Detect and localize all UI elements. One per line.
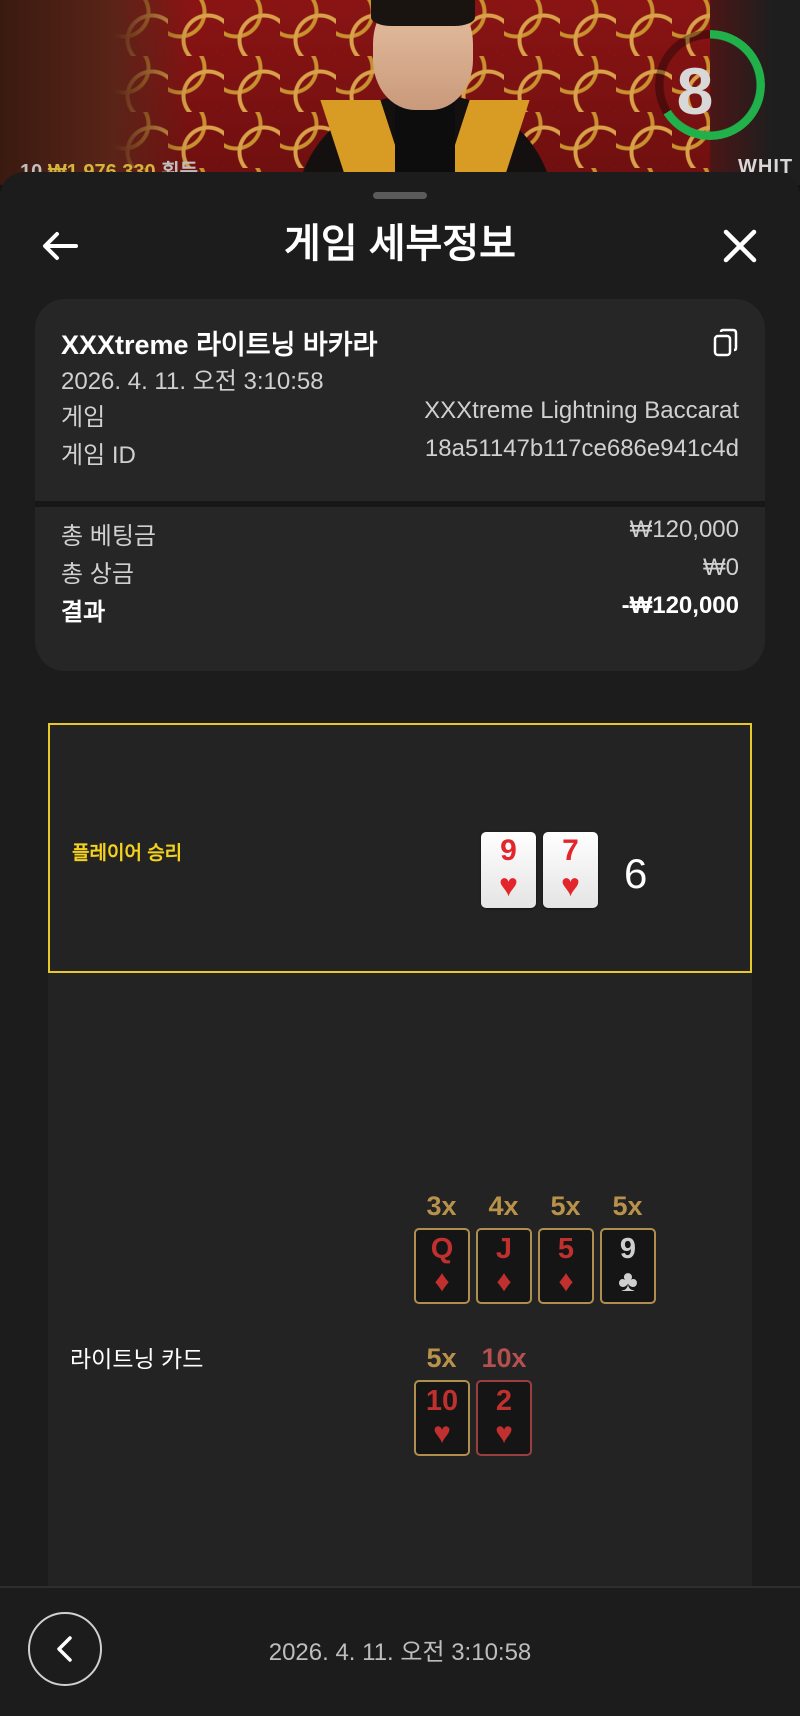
player-score: 6 <box>624 850 648 897</box>
lightning-card: Q ♦ <box>414 1228 470 1304</box>
player-win-label: 플레이어 승리 <box>72 843 183 864</box>
page-title: 게임 세부정보 <box>284 222 516 266</box>
lightning-card: 9 ♣ <box>600 1228 656 1304</box>
lightning-multiplier: 4x <box>488 1191 519 1221</box>
lightning-card: J ♦ <box>476 1228 532 1304</box>
total-win-value: ₩0 <box>703 554 739 581</box>
round-results: 플레이어 승리 9 ♥ 7 ♥ 6 라이트닝 카드 3x Q ♦ 4x J ♦ … <box>48 723 752 1705</box>
total-bet-row: 총 베팅금 ₩120,000 <box>61 516 739 551</box>
player-card: 9 ♥ <box>481 832 536 908</box>
game-id-label: 게임 ID <box>61 442 136 469</box>
summary-divider <box>35 501 765 507</box>
copy-icon <box>713 328 738 357</box>
lightning-card: 5 ♦ <box>538 1228 594 1304</box>
game-details-sheet: 게임 세부정보 XXXtreme 라이트닝 바카라 2026. 4. 11. 오… <box>0 172 800 1716</box>
total-win-label: 총 상금 <box>61 561 134 588</box>
total-bet-label: 총 베팅금 <box>61 523 156 550</box>
lightning-multiplier: 5x <box>426 1343 457 1373</box>
result-label: 결과 <box>61 599 106 626</box>
close-icon <box>723 229 757 263</box>
footer-round-date: 2026. 4. 11. 오전 3:10:58 <box>268 1639 532 1666</box>
sheet-drag-handle[interactable] <box>373 192 427 199</box>
player-card: 7 ♥ <box>543 832 598 908</box>
dealer-image <box>295 0 555 185</box>
lightning-multiplier: 5x <box>550 1191 581 1221</box>
game-type-row: 게임 XXXtreme Lightning Baccarat <box>61 397 739 432</box>
player-result-box: 플레이어 승리 9 ♥ 7 ♥ 6 <box>48 723 752 973</box>
game-type-label: 게임 <box>61 404 106 431</box>
game-id-value: 18a51147b117ce686e941c4d <box>424 435 739 462</box>
game-id-row: 게임 ID 18a51147b117ce686e941c4d <box>61 435 739 470</box>
total-bet-value: ₩120,000 <box>629 516 739 543</box>
copy-button[interactable] <box>711 327 741 359</box>
lightning-cards-label: 라이트닝 카드 <box>70 1346 204 1372</box>
game-summary-card: XXXtreme 라이트닝 바카라 2026. 4. 11. 오전 3:10:5… <box>35 299 765 671</box>
countdown-timer-value: 8 <box>676 54 714 128</box>
lightning-card: 10 ♥ <box>414 1380 470 1456</box>
lightning-multiplier: 10x <box>481 1343 527 1373</box>
lightning-multiplier: 3x <box>426 1191 457 1221</box>
footer-nav: 2026. 4. 11. 오전 3:10:58 <box>0 1586 800 1716</box>
lightning-card: 2 ♥ <box>476 1380 532 1456</box>
game-type-value: XXXtreme Lightning Baccarat <box>424 397 739 424</box>
close-button[interactable] <box>716 222 764 270</box>
game-timestamp: 2026. 4. 11. 오전 3:10:58 <box>61 368 324 395</box>
lightning-multiplier: 5x <box>612 1191 643 1221</box>
game-name: XXXtreme 라이트닝 바카라 <box>61 330 378 360</box>
result-value: -₩120,000 <box>621 592 739 619</box>
live-video-strip: 8 WHIT 10 ₩1,976,330 획득 <box>0 0 800 185</box>
total-win-row: 총 상금 ₩0 <box>61 554 739 589</box>
result-row: 결과 -₩120,000 <box>61 592 739 627</box>
